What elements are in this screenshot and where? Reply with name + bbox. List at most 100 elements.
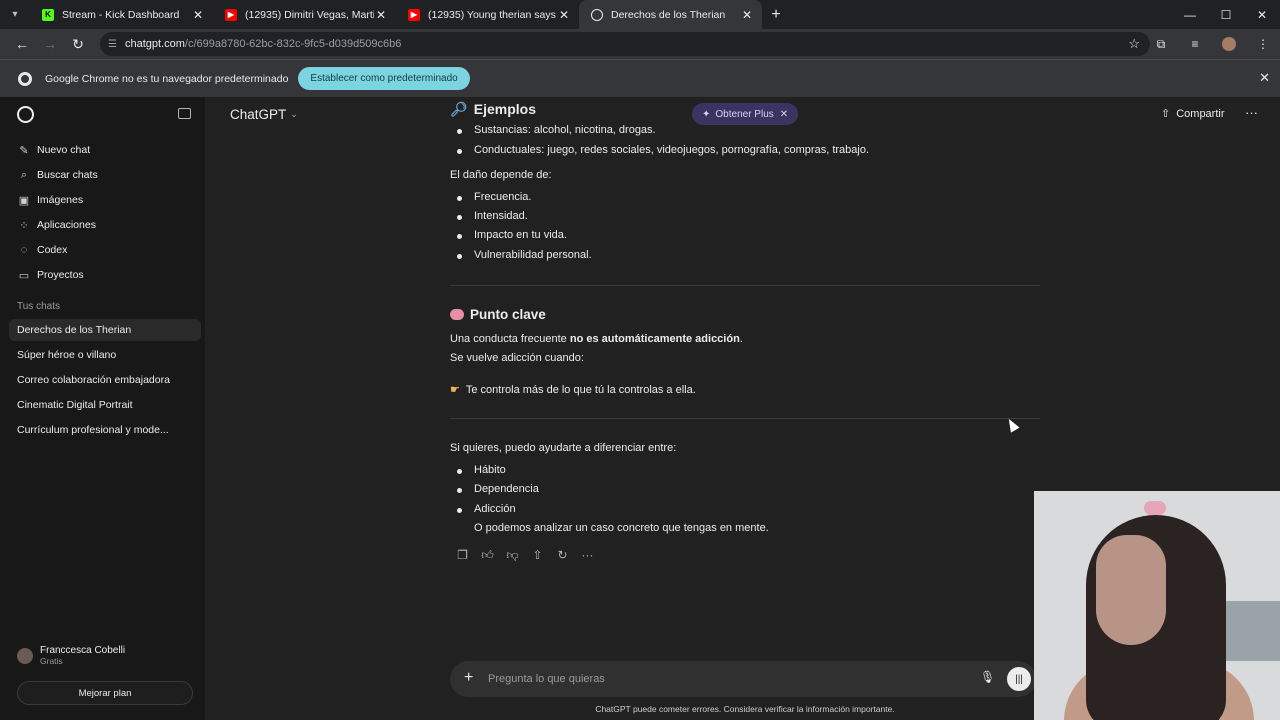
thumbs-down-icon[interactable]: 👎︎ — [500, 548, 525, 563]
media-icon[interactable]: ≡ — [1178, 37, 1212, 51]
list-item: Impacto en tu vida. — [457, 229, 567, 241]
ear-accessory — [1144, 501, 1166, 515]
plus-icon[interactable]: + — [464, 669, 473, 687]
chrome-icon — [18, 71, 32, 86]
tab-search-button[interactable]: ▾ — [0, 0, 30, 29]
menu-kebab-icon[interactable]: ⋮ — [1246, 37, 1280, 51]
chat-title: Derechos de los Therian — [17, 324, 132, 336]
text: . — [739, 333, 743, 345]
sidebar-item-codex[interactable]: ◌ Codex — [17, 240, 68, 260]
close-window-icon[interactable]: ✕ — [1244, 0, 1280, 29]
openai-logo-icon[interactable] — [17, 106, 34, 123]
tab-title: (12935) Dimitri Vegas, Martin G — [245, 8, 374, 21]
sidebar-item-apps[interactable]: ⁘ Aplicaciones — [17, 215, 96, 235]
chat-item[interactable]: Correo colaboración embajadora — [17, 374, 170, 386]
paragraph: Se vuelve adicción cuando: — [450, 352, 584, 364]
url-path: /c/699a8780-62bc-832c-9fc5-d039d509c6b6 — [184, 38, 402, 50]
youtube-icon: ▶ — [408, 8, 420, 21]
share-button[interactable]: ⇧ Compartir — [1161, 107, 1225, 121]
get-plus-button[interactable]: ✦ Obtener Plus ✕ — [692, 103, 799, 125]
sidebar-item-new-chat[interactable]: ✎ Nuevo chat — [17, 140, 90, 160]
sidebar-item-label: Imágenes — [37, 194, 84, 206]
back-icon[interactable]: ← — [8, 30, 36, 58]
user-plan: Gratis — [40, 656, 63, 666]
browser-tab[interactable]: K Stream - Kick Dashboard ✕ — [30, 0, 213, 29]
microphone-icon[interactable]: 🎙︎ — [980, 670, 995, 684]
upgrade-plan-button[interactable]: Mejorar plan — [17, 681, 193, 705]
bookmark-star-icon[interactable]: ☆ — [1128, 36, 1140, 52]
close-tab-icon[interactable]: ✕ — [557, 8, 571, 22]
edit-icon: ✎ — [19, 144, 29, 157]
sidebar-item-label: Nuevo chat — [37, 144, 91, 156]
sparkle-icon: ✦ — [702, 108, 711, 120]
chat-item[interactable]: Currículum profesional y mode... — [17, 424, 169, 436]
chat-item[interactable]: Súper héroe o villano — [17, 349, 116, 361]
browser-tab[interactable]: ▶ (12935) Dimitri Vegas, Martin G ✕ — [213, 0, 396, 29]
kick-icon: K — [42, 8, 54, 21]
webcam-overlay — [1034, 491, 1280, 720]
user-name: Franccesca Cobelli — [40, 645, 126, 656]
paragraph: O podemos analizar un caso concreto que … — [474, 522, 769, 534]
chats-section-label: Tus chats — [17, 301, 60, 312]
share-icon: ⇧ — [1161, 108, 1171, 120]
chat-item[interactable]: Cinematic Digital Portrait — [17, 399, 133, 411]
voice-mode-icon[interactable]: ||| — [1007, 667, 1031, 691]
model-selector[interactable]: ChatGPT ⌄ — [230, 107, 298, 122]
list-item: Conductuales: juego, redes sociales, vid… — [456, 144, 870, 156]
share-label: Compartir — [1176, 107, 1225, 120]
sidebar-item-label: Codex — [37, 244, 68, 256]
infobar-message: Google Chrome no es tu navegador predete… — [45, 72, 289, 85]
sidebar-item-label: Aplicaciones — [37, 219, 96, 231]
sidebar-item-search-chats[interactable]: ⌕ Buscar chats — [17, 165, 98, 185]
extensions-icon[interactable]: ⧉ — [1144, 37, 1178, 52]
maximize-icon[interactable]: ☐ — [1208, 0, 1244, 29]
profile-avatar[interactable] — [1212, 37, 1246, 51]
heading-key-point: Punto clave — [450, 307, 546, 322]
sidebar-item-label: Buscar chats — [37, 169, 98, 181]
chat-item-active[interactable]: Derechos de los Therian — [9, 319, 201, 341]
chatgpt-icon — [591, 8, 603, 21]
sidebar-item-images[interactable]: ▣ Imágenes — [17, 190, 83, 210]
browser-tab[interactable]: ▶ (12935) Young therian says he t ✕ — [396, 0, 579, 29]
pointing-hand-icon: ☛ — [450, 384, 460, 396]
browser-tab-active[interactable]: Derechos de los Therian ✕ — [579, 0, 762, 29]
thumbs-up-icon[interactable]: 👍︎ — [475, 548, 500, 563]
close-tab-icon[interactable]: ✕ — [740, 8, 754, 22]
model-name: ChatGPT — [230, 107, 287, 122]
default-browser-infobar: Google Chrome no es tu navegador predete… — [0, 59, 1280, 97]
share-icon[interactable]: ⇧ — [525, 548, 550, 563]
copy-icon[interactable]: ❐ — [450, 548, 475, 563]
more-icon[interactable]: ··· — [575, 548, 600, 563]
address-bar[interactable]: ☰ chatgpt.com/c/699a8780-62bc-832c-9fc5-… — [100, 32, 1150, 56]
reload-icon[interactable]: ↻ — [64, 30, 92, 58]
user-profile[interactable]: Franccesca Cobelli Gratis — [17, 645, 125, 666]
url-host: chatgpt.com — [124, 38, 185, 50]
more-options-icon[interactable]: ··· — [1245, 105, 1258, 120]
close-tab-icon[interactable]: ✕ — [191, 8, 205, 22]
composer: + 🎙︎ ||| — [450, 661, 1036, 697]
avatar — [17, 647, 33, 664]
infobar-close-icon[interactable]: ✕ — [1259, 70, 1270, 86]
close-tab-icon[interactable]: ✕ — [374, 8, 388, 22]
apps-icon: ⁘ — [19, 219, 29, 232]
magnifier-icon: 🔎︎ — [450, 101, 468, 117]
tab-title: Derechos de los Therian — [611, 8, 726, 21]
prompt-input[interactable] — [488, 669, 948, 689]
close-icon[interactable]: ✕ — [780, 109, 788, 120]
set-default-button[interactable]: Establecer como predeterminado — [298, 67, 470, 90]
youtube-icon: ▶ — [225, 8, 237, 21]
list-item: Adicción — [457, 503, 516, 515]
paragraph: ☛ Te controla más de lo que tú la control… — [450, 383, 696, 396]
forward-icon[interactable]: → — [36, 30, 64, 58]
sidebar-item-projects[interactable]: ▭ Proyectos — [17, 265, 84, 285]
tab-title: Stream - Kick Dashboard — [62, 8, 180, 21]
divider — [450, 285, 1040, 286]
heading-text: Punto clave — [470, 307, 546, 322]
regenerate-icon[interactable]: ↻ — [550, 548, 575, 563]
sidebar-item-label: Proyectos — [37, 269, 84, 281]
sidebar-toggle-icon[interactable] — [178, 108, 191, 119]
minimize-icon[interactable]: — — [1172, 0, 1208, 29]
new-tab-icon[interactable]: + — [762, 6, 790, 24]
site-info-icon[interactable]: ☰ — [108, 39, 117, 50]
message-actions: ❐ 👍︎ 👎︎ ⇧ ↻ ··· — [450, 548, 600, 563]
